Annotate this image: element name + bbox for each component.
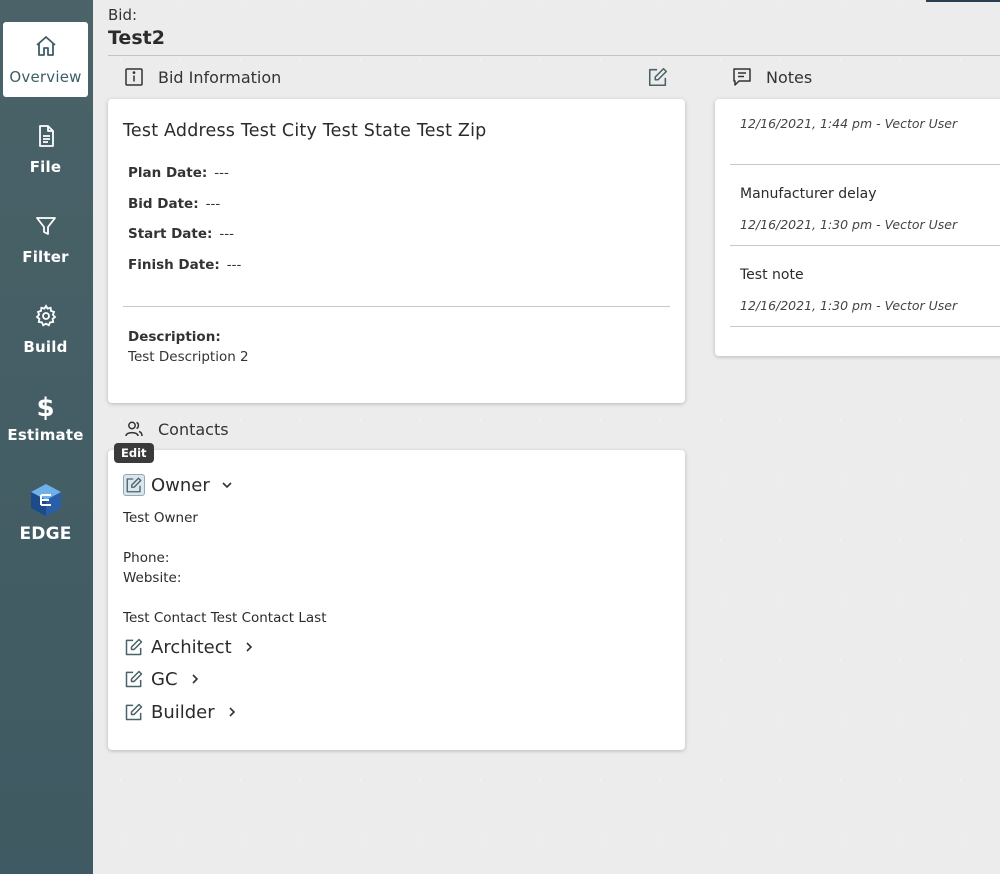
sidebar-item-label: EDGE	[19, 523, 72, 544]
edit-icon	[125, 670, 143, 688]
edit-builder-button[interactable]	[123, 701, 145, 723]
owner-name: Test Owner	[123, 510, 198, 526]
chevron-down-icon	[222, 482, 232, 489]
sidebar-item-label: Build	[23, 337, 68, 356]
note-divider	[730, 164, 1000, 165]
sidebar-item-filter[interactable]: Filter	[3, 202, 88, 277]
owner-website-label: Website:	[123, 570, 182, 586]
home-icon	[34, 34, 58, 62]
edit-gc-button[interactable]	[123, 668, 145, 690]
notes-heading: Notes	[732, 67, 812, 87]
plan-date-value: ---	[214, 165, 229, 181]
owner-phone-label: Phone:	[123, 550, 170, 566]
sidebar: Overview File Filter Build $ Estimate ED…	[0, 0, 93, 874]
edit-owner-button[interactable]	[123, 474, 145, 496]
sidebar-item-label: Overview	[9, 67, 82, 86]
chevron-right-icon	[191, 674, 198, 684]
bid-address: Test Address Test City Test State Test Z…	[123, 121, 487, 141]
plan-date-row: Plan Date: ---	[128, 165, 229, 181]
note-meta: 12/16/2021, 1:30 pm - Vector User	[740, 217, 958, 232]
page-title: Test2	[108, 27, 165, 49]
note-meta: 12/16/2021, 1:44 pm - Vector User	[740, 116, 958, 131]
top-accent-bar	[926, 0, 1000, 2]
sidebar-item-estimate[interactable]: $ Estimate	[3, 382, 88, 457]
start-date-row: Start Date: ---	[128, 226, 234, 242]
sidebar-item-overview[interactable]: Overview	[3, 22, 88, 97]
gc-label: GC	[151, 668, 178, 690]
builder-toggle[interactable]: Builder	[123, 701, 239, 723]
gear-icon	[34, 303, 58, 332]
note-divider	[730, 245, 1000, 246]
sidebar-item-label: File	[29, 157, 62, 176]
edit-icon	[125, 703, 143, 721]
sidebar-item-file[interactable]: File	[3, 112, 88, 187]
section-title: Notes	[766, 67, 813, 87]
gc-toggle[interactable]: GC	[123, 668, 202, 690]
edit-tooltip: Edit	[114, 443, 154, 463]
bid-date-row: Bid Date: ---	[128, 196, 220, 212]
edge-logo	[28, 482, 64, 522]
bid-date-value: ---	[205, 196, 221, 212]
filter-icon	[34, 214, 58, 242]
section-title: Contacts	[158, 419, 229, 439]
note-title[interactable]: Manufacturer delay	[740, 186, 877, 202]
edit-icon	[125, 638, 143, 656]
note-title[interactable]: Test note	[740, 267, 804, 283]
owner-label: Owner	[151, 474, 210, 496]
bid-date-label: Bid Date:	[128, 196, 199, 212]
sidebar-item-label: Estimate	[7, 425, 84, 444]
users-icon	[125, 421, 143, 437]
plan-date-label: Plan Date:	[128, 165, 208, 181]
chevron-right-icon	[246, 642, 252, 652]
owner-contact-name: Test Contact Test Contact Last	[123, 610, 327, 626]
note-meta: 12/16/2021, 1:30 pm - Vector User	[740, 298, 958, 313]
section-title: Bid Information	[158, 67, 282, 87]
sidebar-item-label: Filter	[22, 247, 69, 266]
builder-label: Builder	[151, 701, 215, 723]
architect-toggle[interactable]: Architect	[123, 636, 256, 658]
sidebar-item-edge[interactable]: EDGE	[3, 475, 88, 550]
header-divider	[108, 55, 1000, 56]
notes-card: 12/16/2021, 1:44 pm - Vector User Manufa…	[715, 99, 1000, 356]
description-label: Description:	[128, 329, 221, 345]
chevron-right-icon	[229, 707, 235, 717]
description-value: Test Description 2	[128, 349, 249, 365]
finish-date-label: Finish Date:	[128, 257, 220, 273]
architect-label: Architect	[151, 636, 232, 658]
edit-architect-button[interactable]	[123, 636, 145, 658]
file-icon	[34, 124, 58, 152]
finish-date-value: ---	[226, 257, 242, 273]
contacts-heading: Contacts	[124, 419, 229, 439]
start-date-label: Start Date:	[128, 226, 213, 242]
contacts-card: Owner Test Owner Phone: Website: Test Co…	[108, 450, 685, 750]
bid-information-card: Test Address Test City Test State Test Z…	[108, 99, 685, 403]
edit-bid-info-button[interactable]	[647, 66, 671, 90]
owner-toggle[interactable]: Owner	[123, 474, 234, 496]
bid-information-heading: Bid Information	[124, 67, 281, 87]
bid-label: Bid:	[108, 6, 138, 24]
info-icon	[125, 68, 143, 86]
dollar-icon: $	[36, 392, 55, 423]
edit-icon	[648, 67, 668, 87]
finish-date-row: Finish Date: ---	[128, 257, 241, 273]
edit-icon	[126, 477, 142, 493]
sidebar-item-build[interactable]: Build	[3, 292, 88, 367]
card-divider	[123, 306, 670, 307]
note-divider	[730, 326, 1000, 327]
message-icon	[733, 68, 751, 86]
start-date-value: ---	[219, 226, 235, 242]
